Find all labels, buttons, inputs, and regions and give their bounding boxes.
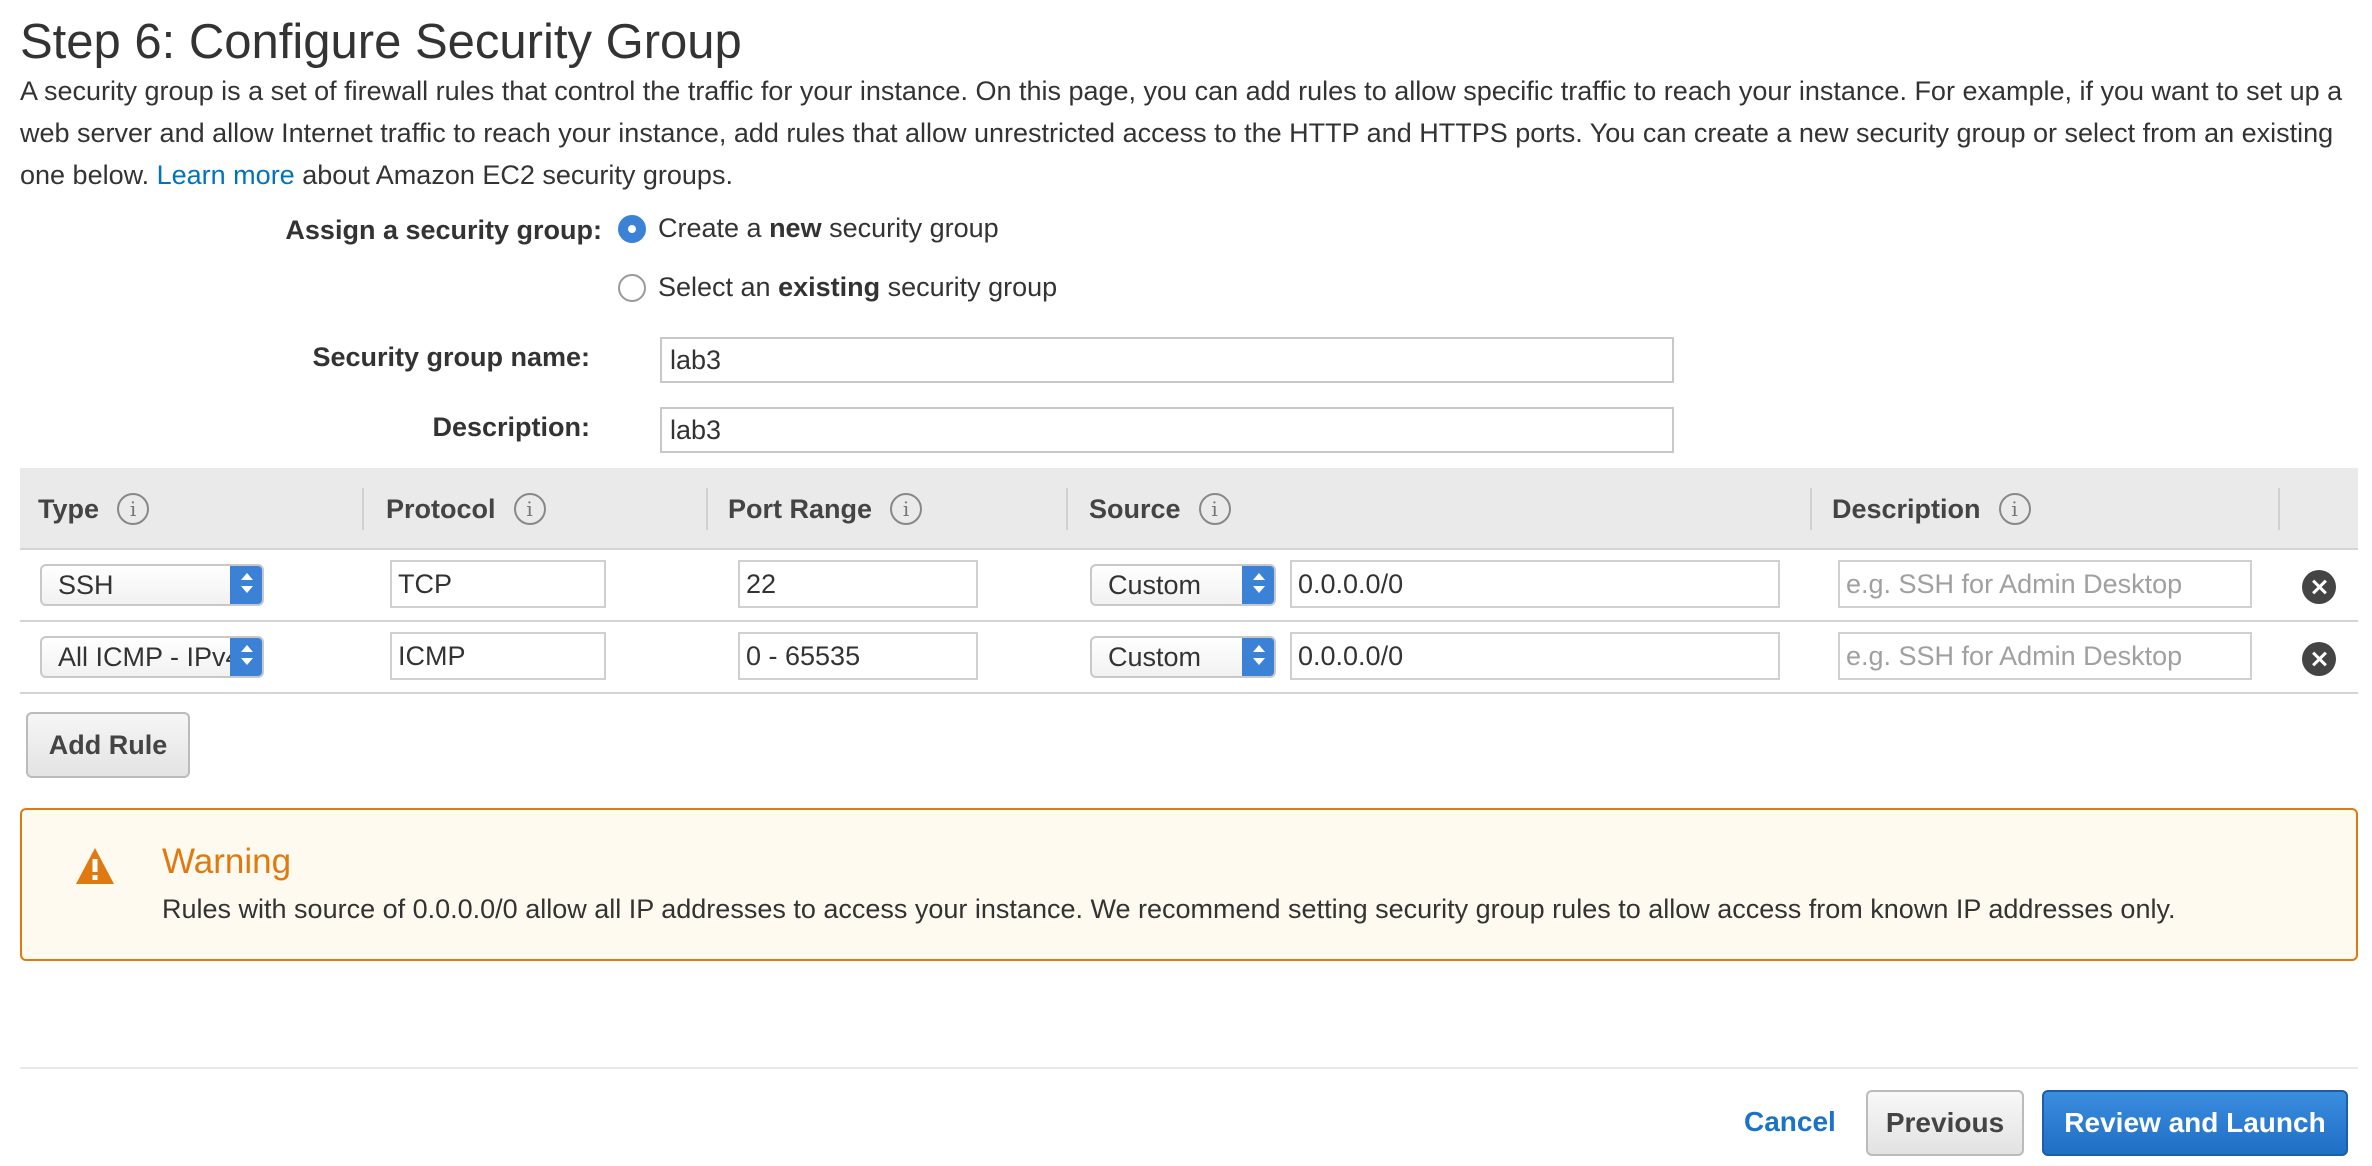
security-group-name-input[interactable]: lab3 bbox=[660, 337, 1674, 383]
description-label: Description: bbox=[432, 412, 590, 442]
select-arrows-icon bbox=[1242, 566, 1274, 604]
source-cidr-input[interactable]: 0.0.0.0/0 bbox=[1290, 560, 1780, 608]
intro-text-tail: about Amazon EC2 security groups. bbox=[302, 160, 733, 190]
warning-title: Warning bbox=[162, 842, 292, 881]
radio-select-existing-label: Select an existing security group bbox=[658, 272, 1058, 302]
radio-select-existing[interactable]: Select an existing security group bbox=[618, 272, 1057, 303]
column-divider bbox=[2278, 488, 2280, 530]
column-header-type: Type bbox=[38, 468, 150, 550]
select-arrows-icon bbox=[1242, 638, 1274, 676]
table-row: SSH TCP 22 Custom 0.0.0.0/0 e.g. SSH for… bbox=[20, 550, 2358, 622]
column-header-port-range: Port Range bbox=[728, 468, 923, 550]
radio-create-new[interactable]: Create a new security group bbox=[618, 213, 999, 244]
rules-table-header: Type Protocol Port Range Source Descript… bbox=[20, 468, 2358, 550]
info-icon[interactable] bbox=[117, 493, 150, 525]
cancel-button[interactable]: Cancel bbox=[1744, 1106, 1836, 1138]
column-divider bbox=[706, 488, 708, 530]
description-input[interactable]: lab3 bbox=[660, 407, 1674, 453]
port-range-field[interactable]: 0 - 65535 bbox=[738, 632, 978, 680]
security-group-name-label: Security group name: bbox=[312, 342, 590, 372]
column-divider bbox=[1066, 488, 1068, 530]
remove-rule-icon[interactable] bbox=[2302, 570, 2336, 604]
select-arrows-icon bbox=[230, 566, 262, 604]
footer-divider bbox=[20, 1067, 2358, 1069]
previous-button[interactable]: Previous bbox=[1866, 1090, 2024, 1156]
source-select[interactable]: Custom bbox=[1090, 564, 1276, 606]
review-and-launch-button[interactable]: Review and Launch bbox=[2042, 1090, 2348, 1156]
column-header-description: Description bbox=[1832, 468, 2031, 550]
intro-text: A security group is a set of firewall ru… bbox=[20, 70, 2360, 196]
warning-icon bbox=[76, 848, 114, 884]
type-select[interactable]: All ICMP - IPv4 bbox=[40, 636, 264, 678]
remove-rule-icon[interactable] bbox=[2302, 642, 2336, 676]
info-icon[interactable] bbox=[1998, 493, 2031, 525]
add-rule-button[interactable]: Add Rule bbox=[26, 712, 190, 778]
info-icon[interactable] bbox=[890, 493, 923, 525]
column-header-source: Source bbox=[1089, 468, 1231, 550]
warning-message: Rules with source of 0.0.0.0/0 allow all… bbox=[162, 894, 2176, 924]
radio-button-checked-icon[interactable] bbox=[618, 214, 646, 243]
protocol-field[interactable]: TCP bbox=[390, 560, 606, 608]
column-divider bbox=[362, 488, 364, 530]
radio-create-new-label: Create a new security group bbox=[658, 213, 999, 243]
info-icon[interactable] bbox=[1198, 493, 1231, 525]
assign-security-group-label: Assign a security group: bbox=[285, 215, 602, 245]
table-row: All ICMP - IPv4 ICMP 0 - 65535 Custom 0.… bbox=[20, 622, 2358, 694]
radio-button-unchecked-icon[interactable] bbox=[618, 273, 646, 302]
port-range-field[interactable]: 22 bbox=[738, 560, 978, 608]
source-select[interactable]: Custom bbox=[1090, 636, 1276, 678]
source-cidr-input[interactable]: 0.0.0.0/0 bbox=[1290, 632, 1780, 680]
column-header-protocol: Protocol bbox=[386, 468, 546, 550]
warning-alert: Warning Rules with source of 0.0.0.0/0 a… bbox=[20, 808, 2358, 961]
select-arrows-icon bbox=[230, 638, 262, 676]
rule-description-input[interactable]: e.g. SSH for Admin Desktop bbox=[1838, 632, 2252, 680]
protocol-field[interactable]: ICMP bbox=[390, 632, 606, 680]
page-title: Step 6: Configure Security Group bbox=[20, 15, 742, 69]
info-icon[interactable] bbox=[513, 493, 546, 525]
type-select[interactable]: SSH bbox=[40, 564, 264, 606]
column-divider bbox=[1810, 488, 1812, 530]
rule-description-input[interactable]: e.g. SSH for Admin Desktop bbox=[1838, 560, 2252, 608]
learn-more-link[interactable]: Learn more bbox=[157, 160, 295, 190]
rules-table: Type Protocol Port Range Source Descript… bbox=[20, 468, 2358, 694]
